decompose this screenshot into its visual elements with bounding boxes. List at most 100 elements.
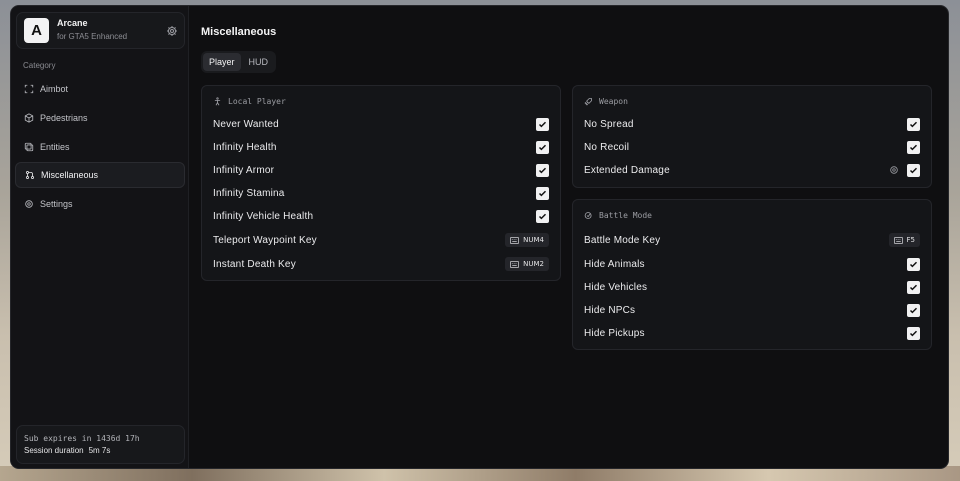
brand-card: A Arcane for GTA5 Enhanced: [16, 12, 185, 49]
tab-player[interactable]: Player: [203, 53, 241, 71]
checkbox[interactable]: [536, 140, 549, 154]
keyboard-icon: [893, 236, 903, 244]
option-controls: [889, 163, 920, 177]
swords-icon: [584, 212, 592, 219]
option-label: Infinity Vehicle Health: [213, 210, 314, 222]
gear-icon[interactable]: [889, 165, 899, 175]
check-icon: [538, 190, 547, 196]
check-icon: [538, 213, 547, 219]
keyboard-icon: [510, 236, 520, 244]
checkbox[interactable]: [907, 326, 920, 340]
checkbox[interactable]: [907, 117, 920, 131]
card-header: Battle Mode: [584, 211, 652, 220]
tab-hud[interactable]: HUD: [243, 53, 275, 71]
person-icon: [214, 97, 221, 106]
rocket-icon: [584, 98, 592, 106]
option-hide-npcs: Hide NPCs: [584, 301, 920, 319]
subscription-footer: Sub expires in 1436d 17h Session duratio…: [16, 425, 185, 464]
option-label: Teleport Waypoint Key: [213, 234, 317, 246]
session-value: 5m 7s: [88, 446, 111, 455]
cube-icon: [24, 113, 34, 123]
check-icon: [538, 144, 547, 150]
keybind-button[interactable]: NUM4: [505, 233, 549, 247]
keybind-value: NUM2: [523, 260, 544, 268]
check-icon: [909, 330, 918, 336]
app-window: A Arcane for GTA5 Enhanced Category Aimb…: [10, 5, 949, 469]
check-icon: [909, 307, 918, 313]
sidebar-item-label: Entities: [40, 142, 70, 152]
check-icon: [909, 144, 918, 150]
grid-icon: [26, 171, 34, 179]
option-label: Hide Pickups: [584, 327, 645, 339]
option-label: Never Wanted: [213, 118, 279, 130]
card-header: Local Player: [213, 97, 286, 106]
keyboard-icon: [510, 260, 520, 268]
option-label: Infinity Armor: [213, 164, 275, 176]
sidebar-item-pedestrians[interactable]: Pedestrians: [15, 105, 185, 131]
check-icon: [909, 121, 918, 127]
subscription-expiry: Sub expires in 1436d 17h: [24, 434, 140, 443]
option-label: Instant Death Key: [213, 258, 296, 270]
app-subtitle: for GTA5 Enhanced: [57, 32, 128, 41]
sidebar-item-label: Settings: [40, 199, 73, 209]
card-title: Local Player: [228, 97, 286, 106]
option-teleport-waypoint-key: Teleport Waypoint Key NUM4: [213, 231, 549, 249]
option-never-wanted: Never Wanted: [213, 115, 549, 133]
checkbox[interactable]: [536, 117, 549, 131]
checkbox[interactable]: [907, 280, 920, 294]
option-extended-damage: Extended Damage: [584, 161, 920, 179]
page-title: Miscellaneous: [201, 26, 277, 38]
checkbox[interactable]: [907, 163, 920, 177]
weapon-card: Weapon No Spread No Recoil Extended Dama…: [572, 85, 932, 188]
check-icon: [909, 284, 918, 290]
option-label: Hide NPCs: [584, 304, 636, 316]
option-label: Battle Mode Key: [584, 234, 661, 246]
option-hide-animals: Hide Animals: [584, 255, 920, 273]
checkbox[interactable]: [907, 257, 920, 271]
keybind-value: F5: [906, 236, 915, 244]
option-infinity-armor: Infinity Armor: [213, 161, 549, 179]
option-label: Hide Vehicles: [584, 281, 648, 293]
option-label: Infinity Health: [213, 141, 277, 153]
sidebar: A Arcane for GTA5 Enhanced Category Aimb…: [11, 6, 189, 468]
main-content: Miscellaneous Player HUD Local Player Ne…: [190, 6, 948, 468]
battle-mode-card: Battle Mode Battle Mode Key F5 Hide Anim…: [572, 199, 932, 350]
check-icon: [909, 261, 918, 267]
keybind-button[interactable]: NUM2: [505, 257, 549, 271]
sidebar-item-label: Aimbot: [40, 84, 69, 94]
category-label: Category: [23, 61, 56, 70]
checkbox[interactable]: [536, 163, 549, 177]
sidebar-item-miscellaneous[interactable]: Miscellaneous: [15, 162, 185, 188]
checkbox[interactable]: [536, 209, 549, 223]
tab-bar: Player HUD: [201, 51, 277, 73]
sidebar-item-settings[interactable]: Settings: [15, 191, 185, 217]
option-label: Extended Damage: [584, 164, 670, 176]
gear-icon: [25, 200, 33, 208]
option-hide-vehicles: Hide Vehicles: [584, 278, 920, 296]
check-icon: [538, 121, 547, 127]
option-infinity-stamina: Infinity Stamina: [213, 184, 549, 202]
checkbox[interactable]: [907, 303, 920, 317]
sidebar-item-label: Miscellaneous: [41, 170, 99, 180]
checkbox[interactable]: [536, 186, 549, 200]
card-header: Weapon: [584, 97, 628, 106]
checkbox[interactable]: [907, 140, 920, 154]
app-title: Arcane: [57, 18, 88, 28]
option-instant-death-key: Instant Death Key NUM2: [213, 255, 549, 273]
app-logo: A: [24, 18, 49, 43]
sidebar-item-aimbot[interactable]: Aimbot: [15, 76, 185, 102]
option-no-spread: No Spread: [584, 115, 920, 133]
option-battle-mode-key: Battle Mode Key F5: [584, 231, 920, 249]
gear-icon[interactable]: [166, 25, 178, 37]
sidebar-item-entities[interactable]: Entities: [15, 134, 185, 160]
crosshair-icon: [24, 84, 34, 94]
session-label: Session duration: [24, 446, 84, 455]
option-label: Hide Animals: [584, 258, 645, 270]
sidebar-item-label: Pedestrians: [40, 113, 88, 123]
session-duration: Session duration 5m 7s: [24, 446, 110, 455]
option-label: No Spread: [584, 118, 634, 130]
option-label: Infinity Stamina: [213, 187, 285, 199]
check-icon: [538, 167, 547, 173]
keybind-button[interactable]: F5: [888, 233, 920, 247]
card-title: Battle Mode: [599, 211, 652, 220]
